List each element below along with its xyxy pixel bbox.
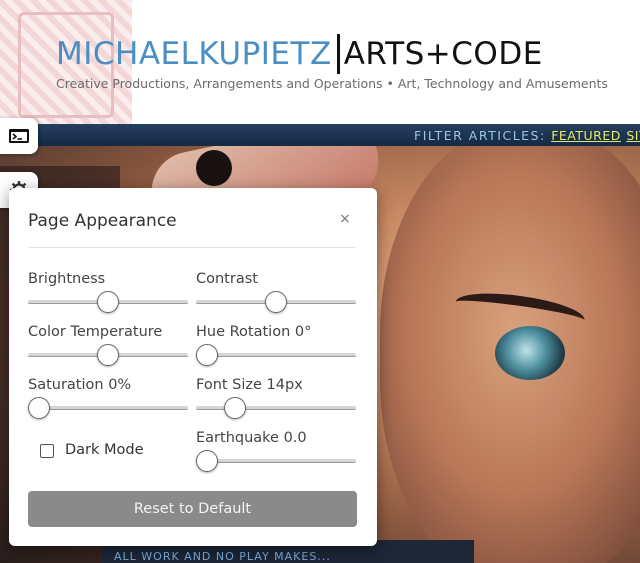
slider-thumb[interactable]	[265, 291, 287, 313]
filter-link-site[interactable]: SITE	[626, 128, 640, 143]
saturation-slider[interactable]	[28, 397, 188, 419]
slider-thumb[interactable]	[196, 450, 218, 472]
dialog-title: Page Appearance	[28, 211, 177, 231]
slider-thumb[interactable]	[28, 397, 50, 419]
site-tagline: Creative Productions, Arrangements and O…	[56, 76, 608, 91]
earthquake-slider[interactable]	[196, 450, 356, 472]
reset-to-default-button[interactable]: Reset to Default	[28, 491, 357, 527]
terminal-icon	[9, 129, 29, 143]
close-button[interactable]: ×	[339, 212, 351, 226]
filter-bar: FILTER ARTICLES: FEATURED SITE	[0, 124, 640, 146]
brightness-slider[interactable]	[28, 291, 188, 313]
earthquake-label: Earthquake 0.0	[196, 430, 307, 446]
site-logo[interactable]: MICHAELKUPIETZ ARTS+CODE	[56, 34, 543, 74]
dark-mode-checkbox[interactable]	[40, 444, 54, 458]
hue-rotation-label: Hue Rotation 0°	[196, 324, 312, 340]
color-temperature-slider[interactable]	[28, 344, 188, 366]
page-appearance-dialog: Page Appearance × Brightness Contrast Co…	[9, 188, 377, 546]
filter-label: FILTER ARTICLES:	[414, 128, 546, 143]
article-caption[interactable]: ALL WORK AND NO PLAY MAKES...	[114, 550, 331, 563]
slider-thumb[interactable]	[97, 291, 119, 313]
dark-mode-label[interactable]: Dark Mode	[65, 442, 144, 458]
logo-name: MICHAELKUPIETZ	[56, 36, 332, 72]
logo-separator	[336, 34, 340, 74]
color-temperature-label: Color Temperature	[28, 324, 163, 340]
font-size-label: Font Size 14px	[196, 377, 303, 393]
slider-thumb[interactable]	[97, 344, 119, 366]
slider-thumb[interactable]	[224, 397, 246, 419]
brightness-label: Brightness	[28, 271, 106, 287]
hue-rotation-slider[interactable]	[196, 344, 356, 366]
site-header: MICHAELKUPIETZ ARTS+CODE Creative Produc…	[0, 0, 640, 124]
contrast-label: Contrast	[196, 271, 258, 287]
contrast-slider[interactable]	[196, 291, 356, 313]
font-size-slider[interactable]	[196, 397, 356, 419]
saturation-label: Saturation 0%	[28, 377, 132, 393]
slider-thumb[interactable]	[196, 344, 218, 366]
terminal-tab[interactable]	[0, 118, 38, 154]
dialog-divider	[28, 247, 356, 248]
filter-link-featured[interactable]: FEATURED	[551, 128, 621, 143]
logo-brand: ARTS+CODE	[343, 36, 543, 72]
